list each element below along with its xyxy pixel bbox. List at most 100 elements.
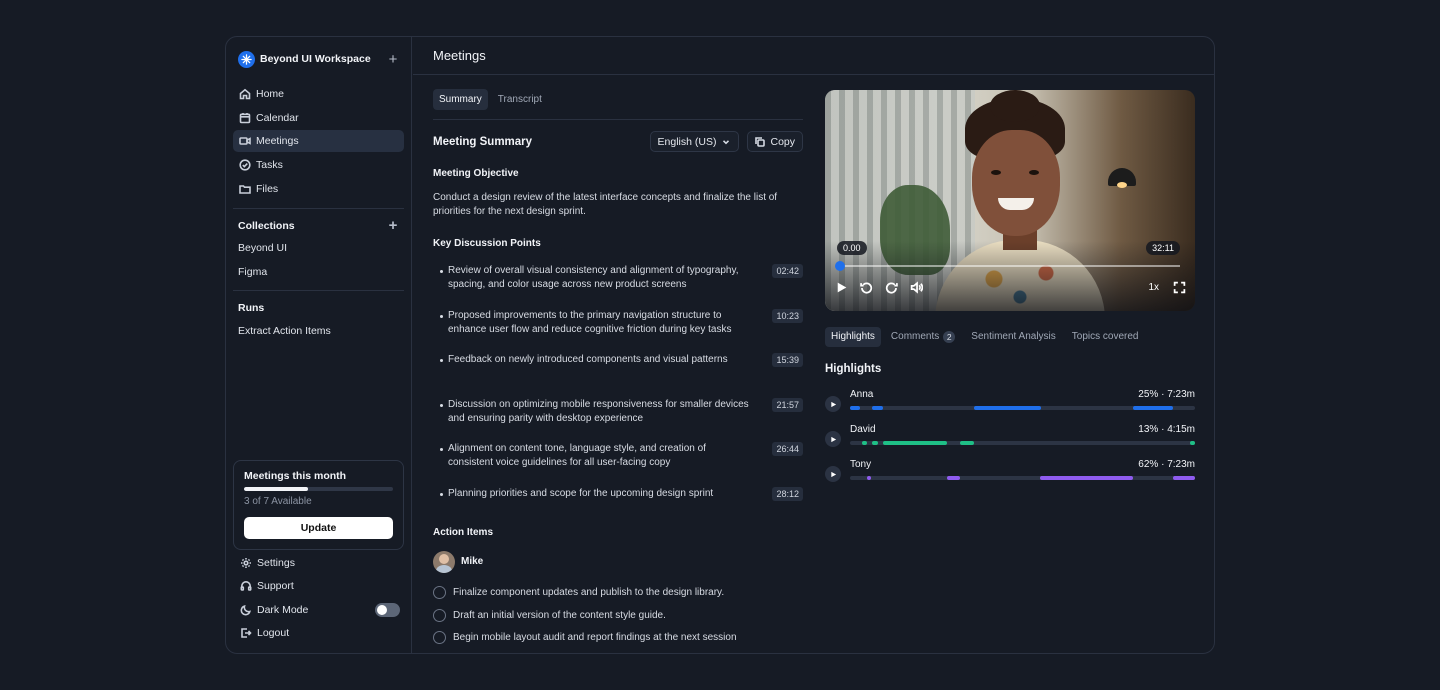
- action-item-checkbox[interactable]: [433, 608, 446, 622]
- nav-item-label: Support: [257, 580, 294, 593]
- action-item-text: Begin mobile layout audit and report fin…: [453, 632, 737, 644]
- speaker-segment[interactable]: [1172, 476, 1195, 480]
- copy-button[interactable]: Copy: [747, 131, 803, 152]
- collection-item[interactable]: Figma: [238, 266, 267, 278]
- tab-comments[interactable]: Comments 2: [885, 327, 961, 347]
- gear-icon: [241, 557, 251, 568]
- workspace-switcher[interactable]: Beyond UI Workspace +: [238, 49, 400, 69]
- nav-item-label: Logout: [257, 627, 290, 640]
- chevron-down-icon: [723, 139, 730, 144]
- highlight-row: David 13% · 4:15m: [825, 424, 1195, 459]
- speaker-segment[interactable]: [960, 441, 975, 445]
- nav-item-settings[interactable]: Settings: [240, 551, 400, 575]
- speaker-segment[interactable]: [882, 441, 947, 445]
- usage-progress-bar: [244, 487, 393, 491]
- speaker-segment[interactable]: [1039, 476, 1133, 480]
- action-items-title: Action Items: [433, 526, 494, 538]
- action-item: Finalize component updates and publish t…: [433, 585, 803, 601]
- action-item-checkbox[interactable]: [433, 631, 446, 645]
- tab-topics-covered[interactable]: Topics covered: [1066, 327, 1145, 347]
- discussion-point-text: Alignment on content tone, language styl…: [448, 443, 706, 469]
- bullet: [440, 492, 443, 496]
- speaker-segment[interactable]: [862, 441, 868, 445]
- bullet: [440, 359, 443, 363]
- language-select[interactable]: English (US): [649, 131, 740, 152]
- action-item: Draft an initial version of the content …: [433, 607, 803, 623]
- collection-item[interactable]: Beyond UI: [238, 242, 287, 254]
- highlight-row: Anna 25% · 7:23m: [825, 389, 1195, 424]
- collections-header: Collections +: [238, 218, 400, 233]
- speaker-segment[interactable]: [1189, 441, 1195, 445]
- video-icon: [239, 137, 251, 146]
- add-collection-icon[interactable]: +: [386, 218, 400, 233]
- nav-item-files[interactable]: Files: [233, 178, 404, 200]
- speaker-segment[interactable]: [872, 441, 878, 445]
- seek-handle[interactable]: [835, 261, 845, 271]
- highlight-row: Tony 62% · 7:23m: [825, 459, 1195, 494]
- video-controls: 1x: [833, 279, 1187, 295]
- speaker-segment[interactable]: [974, 406, 1042, 410]
- discussion-title: Key Discussion Points: [433, 238, 541, 249]
- forward-10-button[interactable]: [883, 279, 899, 295]
- play-button[interactable]: [833, 279, 849, 295]
- discussion-point-text: Proposed improvements to the primary nav…: [448, 309, 732, 335]
- playback-speed[interactable]: 1x: [1148, 282, 1159, 293]
- nav-item-calendar[interactable]: Calendar: [233, 107, 404, 129]
- action-item-text: Finalize component updates and publish t…: [453, 587, 725, 599]
- speaker-segment[interactable]: [872, 406, 883, 410]
- summary-panel: Summary Transcript Meeting Summary Engli…: [433, 89, 803, 652]
- assignee-name: Mike: [461, 556, 484, 568]
- rewind-10-button[interactable]: [858, 279, 874, 295]
- usage-available: 3 of 7 Available: [244, 496, 312, 507]
- speaker-segment[interactable]: [1132, 406, 1173, 410]
- video-seek-bar[interactable]: [835, 261, 1180, 271]
- bullet: [440, 270, 443, 273]
- nav-item-tasks[interactable]: Tasks: [233, 154, 404, 176]
- summary-header: Meeting Summary English (US) Copy: [433, 131, 803, 152]
- nav-item-label: Home: [256, 88, 285, 100]
- highlight-play-button[interactable]: [825, 431, 841, 447]
- volume-button[interactable]: [908, 279, 924, 295]
- nav-item-support[interactable]: Support: [240, 575, 400, 599]
- logout-icon: [241, 628, 252, 639]
- current-time: 0.00: [837, 241, 867, 255]
- speaker-segment[interactable]: [946, 476, 961, 480]
- nav-item-logout[interactable]: Logout: [240, 622, 400, 646]
- timestamp-link[interactable]: 02:42: [772, 264, 803, 278]
- speaker-name: Anna: [850, 389, 874, 400]
- tab-highlights[interactable]: Highlights: [825, 327, 881, 347]
- usage-title: Meetings this month: [244, 470, 347, 482]
- discussion-point-text: Discussion on optimizing mobile responsi…: [448, 398, 749, 424]
- video-player[interactable]: 0.00 32:11 1x: [825, 90, 1195, 311]
- fullscreen-button[interactable]: [1171, 279, 1187, 295]
- speaker-segment[interactable]: [867, 476, 871, 480]
- highlight-play-button[interactable]: [825, 466, 841, 482]
- tab-sentiment-analysis[interactable]: Sentiment Analysis: [965, 327, 1062, 347]
- add-workspace-icon[interactable]: +: [386, 52, 400, 67]
- timestamp-link[interactable]: 10:23: [772, 308, 803, 323]
- video-frame: [825, 241, 1195, 311]
- speaker-timeline[interactable]: [850, 476, 1195, 480]
- speaker-stat: 25% · 7:23m: [1138, 389, 1195, 400]
- dark-mode-toggle[interactable]: [375, 602, 400, 617]
- nav-item-meetings[interactable]: Meetings: [233, 130, 404, 153]
- bottom-nav: Settings Support Dark Mode Logout: [240, 551, 400, 645]
- main-nav: Home Calendar Meetings Tasks Files: [233, 83, 404, 201]
- nav-item-home[interactable]: Home: [233, 83, 404, 105]
- action-item-checkbox[interactable]: [433, 586, 446, 600]
- summary-heading: Meeting Summary: [433, 135, 533, 148]
- duration: 32:11: [1146, 241, 1180, 255]
- timestamp-link[interactable]: 21:57: [772, 397, 803, 412]
- highlight-play-button[interactable]: [825, 396, 841, 412]
- speaker-timeline[interactable]: [850, 406, 1195, 410]
- tab-summary[interactable]: Summary: [433, 89, 488, 110]
- update-button[interactable]: Update: [244, 517, 393, 539]
- timestamp-link[interactable]: 15:39: [772, 353, 803, 368]
- timestamp-link[interactable]: 26:44: [772, 442, 803, 457]
- timestamp-link[interactable]: 28:12: [772, 486, 803, 501]
- nav-item-label: Dark Mode: [257, 603, 309, 616]
- speaker-segment[interactable]: [850, 406, 861, 410]
- speaker-timeline[interactable]: [850, 441, 1195, 445]
- run-item[interactable]: Extract Action Items: [238, 325, 331, 337]
- tab-transcript[interactable]: Transcript: [492, 89, 548, 110]
